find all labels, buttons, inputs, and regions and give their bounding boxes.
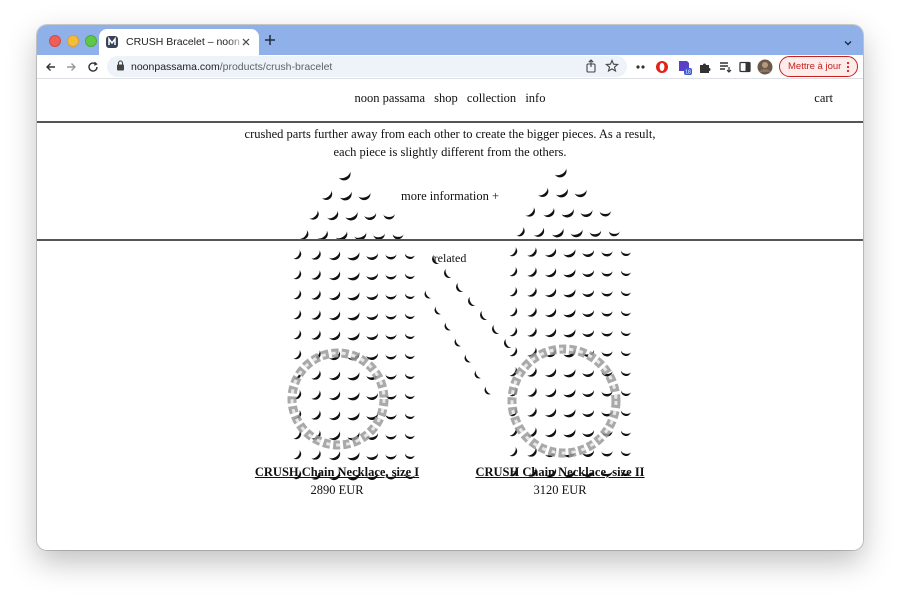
more-menu-icon[interactable] (846, 61, 850, 76)
svg-text:18: 18 (685, 70, 691, 76)
reload-icon[interactable] (85, 59, 101, 75)
nav-link-brand[interactable]: noon passama (355, 91, 425, 105)
browser-toolbar: noonpassama.com/products/crush-bracelet … (37, 55, 863, 79)
bookmark-star-icon[interactable] (605, 59, 619, 78)
nav-link-collection[interactable]: collection (467, 91, 516, 105)
chevron-down-icon[interactable] (843, 35, 853, 46)
lock-icon (116, 58, 125, 76)
product-title-link[interactable]: CRUSH Chain Necklace, size II (457, 465, 663, 480)
browser-window: CRUSH Bracelet – noon passama noonpassam… (37, 25, 863, 550)
web-page: noon passama shop collection info cart c… (37, 79, 863, 550)
profile-avatar[interactable] (757, 59, 773, 75)
update-label: Mettre à jour (788, 61, 842, 72)
site-navigation: noon passama shop collection info (37, 91, 863, 106)
related-product-card[interactable]: CRUSH Chain Necklace, size I 2890 EUR (237, 465, 437, 498)
tab-active[interactable]: CRUSH Bracelet – noon passama (99, 29, 259, 55)
section-divider (37, 239, 863, 241)
product-price: 3120 EUR (533, 483, 587, 497)
more-information-toggle[interactable]: more information + (37, 189, 863, 204)
puzzle-extensions-icon[interactable] (697, 59, 713, 75)
site-favicon-icon (105, 35, 119, 49)
header-divider (37, 121, 863, 123)
close-window-button[interactable] (49, 35, 61, 47)
opera-extension-icon[interactable] (654, 59, 670, 75)
side-panel-icon[interactable] (737, 59, 753, 75)
product-description-line: crushed parts further away from each oth… (244, 127, 656, 141)
fullscreen-window-button[interactable] (85, 35, 97, 47)
product-title-link[interactable]: CRUSH Chain Necklace, size I (237, 465, 437, 480)
forward-arrow-icon[interactable] (63, 59, 79, 75)
related-heading: related (433, 251, 467, 265)
address-bar[interactable]: noonpassama.com/products/crush-bracelet (107, 56, 627, 77)
related-product-card[interactable]: CRUSH Chain Necklace, size II 3120 EUR (457, 465, 663, 498)
site-header: noon passama shop collection info cart (37, 79, 863, 122)
tab-title: CRUSH Bracelet – noon passama (126, 36, 246, 48)
back-arrow-icon[interactable] (43, 59, 59, 75)
product-price: 2890 EUR (310, 483, 364, 497)
minimize-window-button[interactable] (67, 35, 79, 47)
close-tab-icon[interactable] (239, 35, 253, 49)
update-browser-button[interactable]: Mettre à jour (779, 56, 858, 77)
new-tab-icon[interactable] (263, 33, 277, 47)
reading-list-icon[interactable] (717, 59, 733, 75)
nav-link-shop[interactable]: shop (434, 91, 458, 105)
nav-link-info[interactable]: info (525, 91, 545, 105)
share-icon[interactable] (585, 59, 597, 78)
tab-strip: CRUSH Bracelet – noon passama (37, 25, 863, 55)
extension-badge-icon[interactable]: 18 (676, 59, 692, 75)
cart-link[interactable]: cart (814, 91, 833, 106)
url-text: noonpassama.com/products/crush-bracelet (131, 60, 333, 73)
password-key-icon[interactable] (633, 59, 649, 75)
product-description-line: each piece is slightly different from th… (333, 145, 567, 159)
